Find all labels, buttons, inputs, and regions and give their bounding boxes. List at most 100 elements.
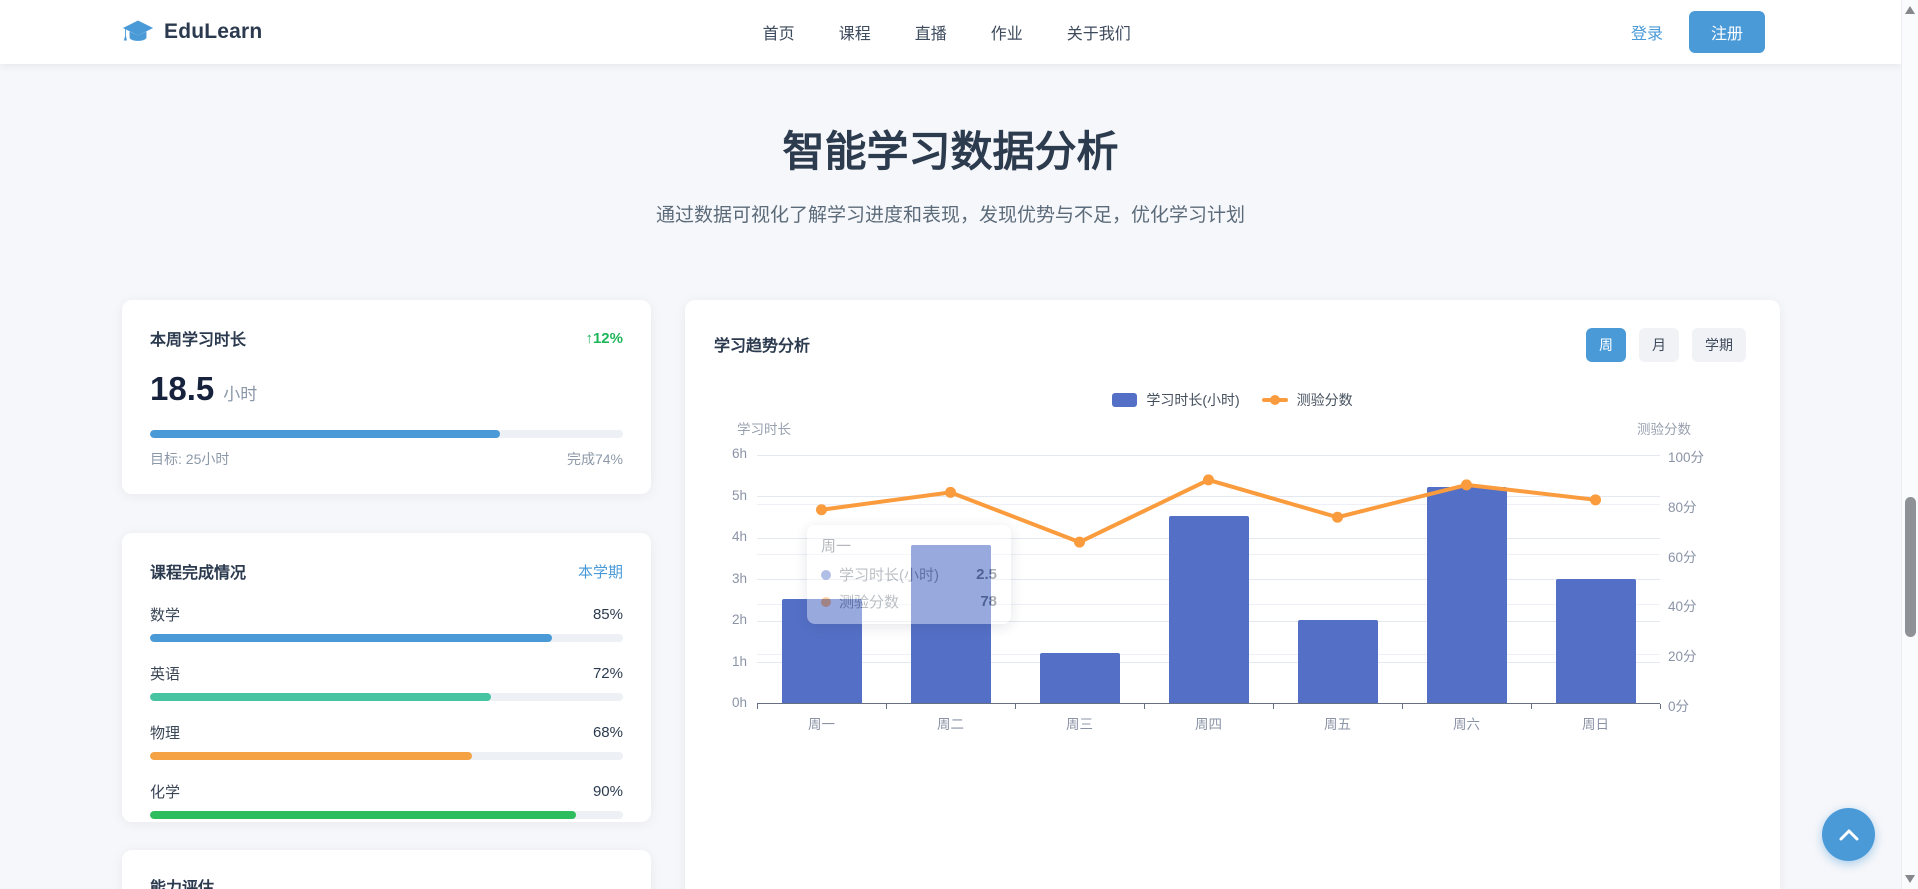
course-progress-fill xyxy=(150,752,472,760)
left-axis-tick: 4h xyxy=(691,529,747,544)
register-button[interactable]: 注册 xyxy=(1689,11,1765,53)
right-axis-tick: 60分 xyxy=(1668,546,1728,566)
legend-item-score[interactable]: 测验分数 xyxy=(1262,390,1353,410)
ability-card: 能力评估 xyxy=(122,850,651,889)
brand-name: EduLearn xyxy=(164,20,262,44)
legend-label-hours: 学习时长(小时) xyxy=(1146,390,1239,410)
study-time-card: 本周学习时长 ↑12% 18.5 小时 目标: 25小时 完成74% xyxy=(122,300,651,494)
nav-link-课程[interactable]: 课程 xyxy=(839,20,871,44)
x-axis-label: 周四 xyxy=(1144,713,1273,733)
course-list: 数学 85% 英语 72% 物理 68% 化学 90% xyxy=(150,604,623,819)
ability-card-title: 能力评估 xyxy=(150,880,214,889)
legend-label-score: 测验分数 xyxy=(1297,390,1353,410)
course-row-head: 物理 68% xyxy=(150,722,623,743)
tooltip-rows: 学习时长(小时)2.5测验分数78 xyxy=(821,564,997,612)
scroll-up-icon[interactable] xyxy=(1905,6,1915,14)
course-progress-track xyxy=(150,693,623,701)
series-dot-icon xyxy=(821,570,831,580)
page-subtitle: 通过数据可视化了解学习进度和表现，发现优势与不足，优化学习计划 xyxy=(0,200,1901,227)
page: EduLearn 首页 课程 直播 作业 关于我们 登录 注册 智能学习数据分析 通过数… xyxy=(0,0,1918,889)
study-completion-label: 完成74% xyxy=(567,449,623,469)
study-trend-card: 学习趋势分析 周月学期 学习时长(小时) 测验分数 学习时长 测验分数 0h1h… xyxy=(685,300,1780,889)
trend-up-badge: ↑12% xyxy=(585,330,623,347)
x-axis-tick xyxy=(1015,704,1016,709)
page-title: 智能学习数据分析 xyxy=(0,118,1901,179)
course-progress-track xyxy=(150,634,623,642)
x-axis-tick xyxy=(886,704,887,709)
study-progress-fill xyxy=(150,430,500,438)
course-progress-fill xyxy=(150,634,552,642)
course-card-title: 课程完成情况 xyxy=(150,559,246,583)
nav-link-首页[interactable]: 首页 xyxy=(763,20,795,44)
study-hours-unit: 小时 xyxy=(223,380,257,405)
x-axis-label: 周三 xyxy=(1015,713,1144,733)
chart-title: 学习趋势分析 xyxy=(714,332,810,356)
course-row-head: 英语 72% xyxy=(150,663,623,684)
right-axis-tick: 80分 xyxy=(1668,496,1728,516)
left-axis-tick: 3h xyxy=(691,571,747,586)
course-row: 英语 72% xyxy=(150,663,623,701)
left-axis-tick: 5h xyxy=(691,488,747,503)
right-axis-tick: 0分 xyxy=(1668,695,1728,715)
course-name: 英语 xyxy=(150,663,180,684)
semester-link[interactable]: 本学期 xyxy=(578,561,623,582)
scrollbar-thumb[interactable] xyxy=(1905,497,1916,637)
left-axis-tick: 0h xyxy=(691,695,747,710)
course-row: 数学 85% xyxy=(150,604,623,642)
graduation-cap-icon xyxy=(122,18,154,46)
study-hours-value: 18.5 xyxy=(150,370,214,408)
nav-link-直播[interactable]: 直播 xyxy=(915,20,947,44)
study-goal-label: 目标: 25小时 xyxy=(150,449,229,469)
chart-tooltip: 周一 学习时长(小时)2.5测验分数78 xyxy=(807,525,1011,624)
right-axis-tick: 20分 xyxy=(1668,645,1728,665)
line-series-swatch-icon xyxy=(1262,398,1288,402)
course-percentage: 90% xyxy=(593,783,623,800)
chart-range-tabs: 周月学期 xyxy=(1586,328,1746,362)
course-name: 化学 xyxy=(150,781,180,802)
x-axis-tick xyxy=(757,704,758,709)
tooltip-row: 测验分数 78 xyxy=(821,591,997,612)
course-percentage: 85% xyxy=(593,606,623,623)
course-name: 物理 xyxy=(150,722,180,743)
navbar: EduLearn 首页 课程 直播 作业 关于我们 登录 注册 xyxy=(0,0,1901,64)
scroll-down-icon[interactable] xyxy=(1905,875,1915,883)
chart-legend: 学习时长(小时) 测验分数 xyxy=(685,390,1780,410)
tooltip-series-label: 测验分数 xyxy=(839,591,899,612)
x-axis-tick xyxy=(1273,704,1274,709)
course-row-head: 数学 85% xyxy=(150,604,623,625)
chart-tab-月[interactable]: 月 xyxy=(1639,328,1679,362)
course-percentage: 68% xyxy=(593,724,623,741)
study-card-title: 本周学习时长 xyxy=(150,326,246,350)
scrollbar[interactable] xyxy=(1901,0,1918,889)
chart-tab-学期[interactable]: 学期 xyxy=(1692,328,1746,362)
bar-series-swatch-icon xyxy=(1112,393,1137,407)
auth-area: 登录 注册 xyxy=(1631,11,1765,53)
x-axis-label: 周二 xyxy=(886,713,1015,733)
x-axis-tick xyxy=(1402,704,1403,709)
login-link[interactable]: 登录 xyxy=(1631,20,1663,44)
right-axis-name: 测验分数 xyxy=(1637,418,1691,438)
series-dot-icon xyxy=(821,597,831,607)
course-percentage: 72% xyxy=(593,665,623,682)
brand-logo[interactable]: EduLearn xyxy=(122,18,262,46)
x-axis-label: 周日 xyxy=(1531,713,1660,733)
chevron-up-icon xyxy=(1838,828,1860,842)
x-axis-tick xyxy=(1660,704,1661,709)
x-axis-tick xyxy=(1531,704,1532,709)
right-axis-tick: 40分 xyxy=(1668,595,1728,615)
x-axis-label: 周五 xyxy=(1273,713,1402,733)
nav-links: 首页 课程 直播 作业 关于我们 xyxy=(262,20,1631,44)
nav-link-关于我们[interactable]: 关于我们 xyxy=(1067,20,1131,44)
tooltip-series-value: 78 xyxy=(980,593,997,610)
x-axis-label: 周六 xyxy=(1402,713,1531,733)
x-axis-label: 周一 xyxy=(757,713,886,733)
left-axis-tick: 6h xyxy=(691,446,747,461)
back-to-top-button[interactable] xyxy=(1822,808,1875,861)
nav-link-作业[interactable]: 作业 xyxy=(991,20,1023,44)
course-name: 数学 xyxy=(150,604,180,625)
tooltip-series-value: 2.5 xyxy=(976,566,997,583)
course-progress-fill xyxy=(150,693,491,701)
legend-item-hours[interactable]: 学习时长(小时) xyxy=(1112,390,1239,410)
right-axis-tick: 100分 xyxy=(1668,446,1728,466)
chart-tab-周[interactable]: 周 xyxy=(1586,328,1626,362)
